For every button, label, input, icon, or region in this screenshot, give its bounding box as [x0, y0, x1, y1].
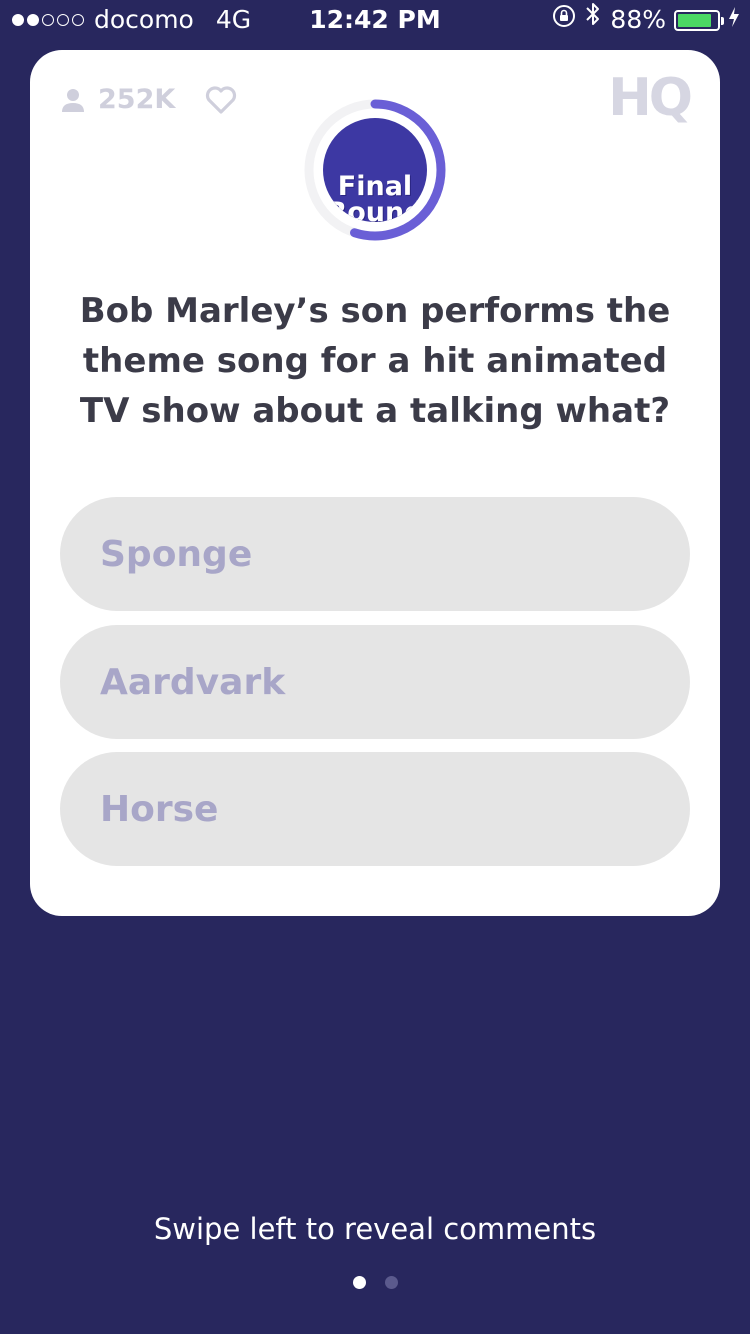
page-dot[interactable]: [384, 1276, 398, 1289]
battery-fill: [678, 13, 712, 27]
page-indicator[interactable]: [0, 1276, 750, 1289]
countdown-timer: Final Round: [301, 96, 449, 244]
question-text: Bob Marley’s son performs the theme song…: [79, 291, 671, 431]
answer-label: Sponge: [100, 533, 253, 575]
heart-icon[interactable]: [205, 85, 237, 114]
viewer-info: 252K: [60, 84, 249, 115]
orientation-lock-icon: [552, 0, 576, 40]
battery-icon: [674, 9, 724, 31]
status-bar: docomo 4G 12:42 PM 88%: [0, 0, 750, 40]
round-label: Final Round: [326, 171, 424, 222]
answer-label: Aardvark: [100, 661, 286, 703]
swipe-hint: Swipe left to reveal comments: [153, 1212, 597, 1246]
charging-bolt-icon: [728, 0, 740, 40]
status-right: 88%: [552, 0, 740, 40]
hq-trivia-screen: docomo 4G 12:42 PM 88% 252K HQ Final Rou…: [0, 0, 750, 1334]
viewer-count: 252K: [98, 84, 176, 115]
viewer-person-icon: [62, 88, 84, 112]
hq-logo: HQ: [608, 68, 693, 128]
question-card: 252K HQ Final Round Bob Marley’s son per…: [30, 50, 720, 916]
bluetooth-icon: [584, 0, 602, 40]
answer-label: Horse: [100, 788, 219, 830]
page-dot-active[interactable]: [352, 1276, 366, 1289]
battery-percent: 88%: [610, 5, 666, 34]
answer-option-3[interactable]: Horse: [60, 752, 690, 866]
answer-option-1[interactable]: Sponge: [60, 497, 690, 611]
timer-center: Final Round: [323, 118, 427, 222]
battery-nub: [721, 16, 724, 25]
answer-option-2[interactable]: Aardvark: [60, 625, 690, 739]
